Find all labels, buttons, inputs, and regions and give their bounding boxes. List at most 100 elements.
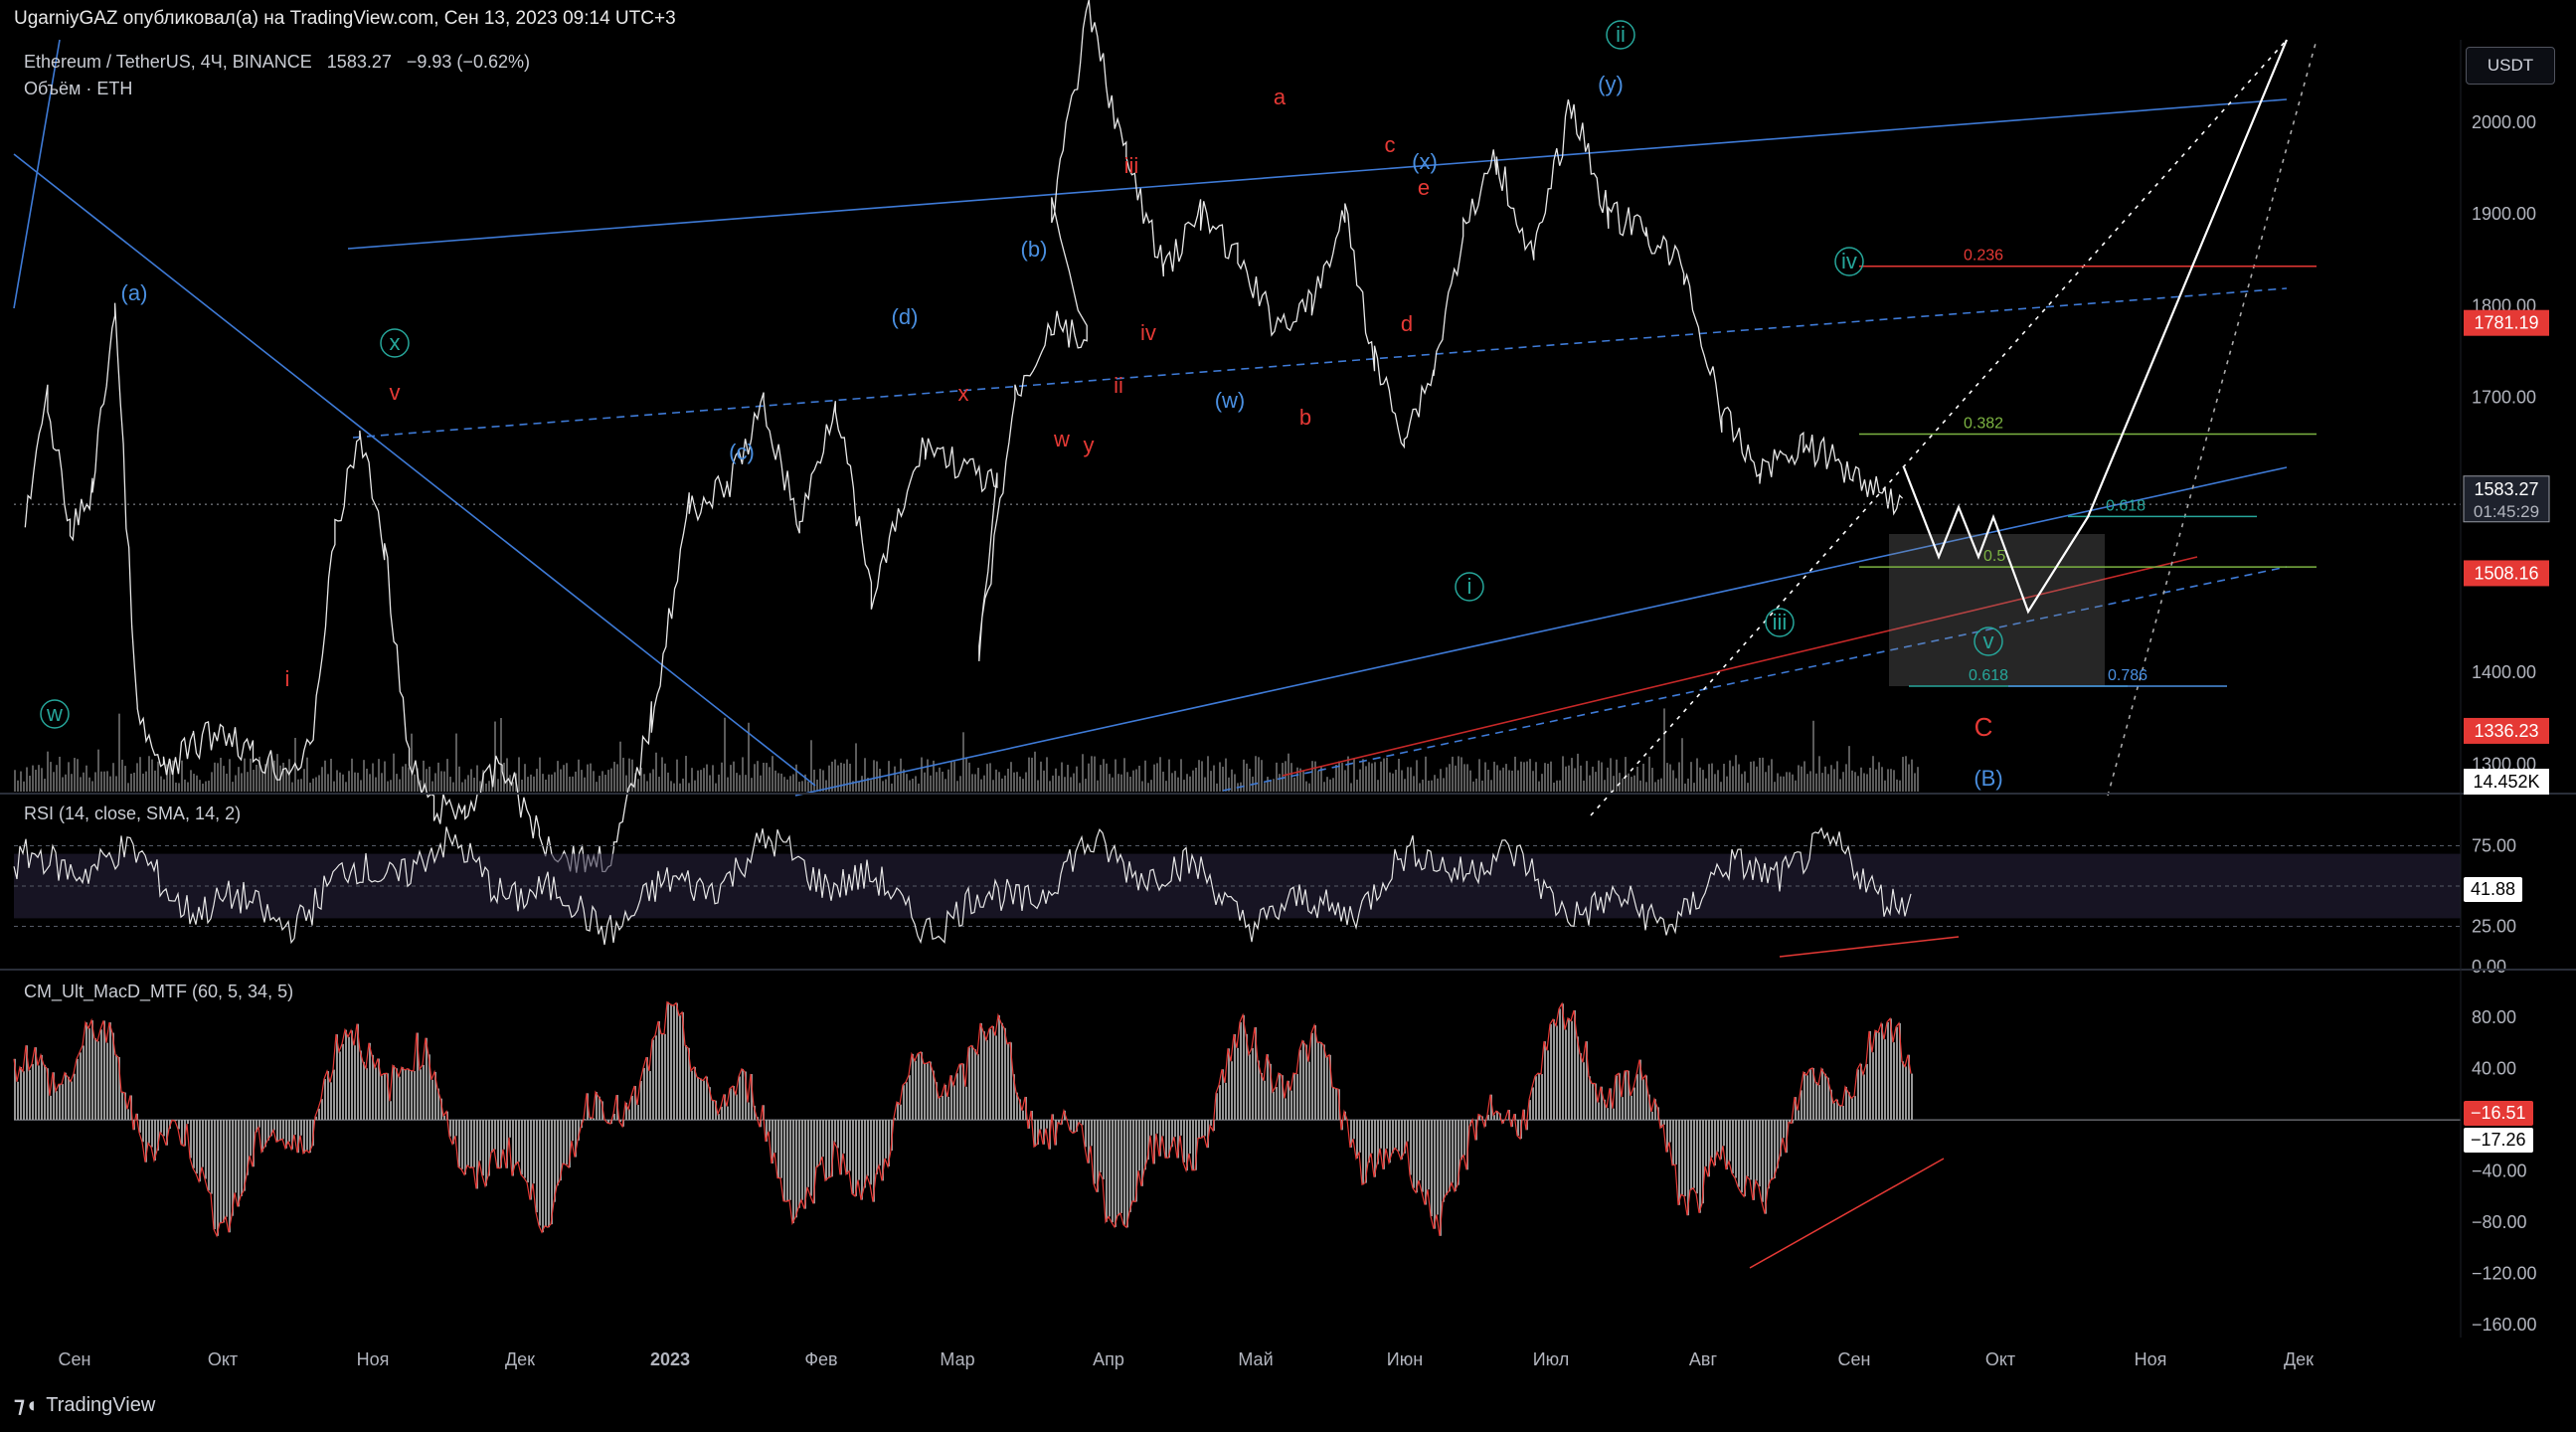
- price-tag-value: 14.452K: [2473, 772, 2539, 792]
- volume-legend[interactable]: Объём · ETH: [24, 79, 132, 99]
- volume-bar: [1234, 774, 1236, 792]
- tradingview-logo[interactable]: ⁊◖ TradingView: [14, 1392, 155, 1418]
- price-tag-countdown: 01:45:29: [2474, 502, 2539, 521]
- macd-histogram-bar: [65, 1072, 67, 1121]
- volume-bar: [1335, 764, 1337, 792]
- macd-histogram-bar: [1243, 1014, 1245, 1121]
- volume-bar: [1607, 767, 1609, 792]
- macd-histogram-bar: [1541, 1074, 1543, 1121]
- volume-bar: [1466, 764, 1468, 792]
- volume-bar: [1132, 770, 1134, 792]
- macd-histogram-bar: [527, 1120, 529, 1183]
- volume-bar: [1917, 767, 1919, 792]
- macd-histogram-bar: [1851, 1098, 1853, 1121]
- volume-bar: [1013, 772, 1015, 792]
- volume-bar: [443, 771, 445, 792]
- volume-bar: [1774, 782, 1776, 792]
- volume-bar: [536, 769, 538, 792]
- volume-bar: [774, 770, 776, 792]
- volume-bar: [1183, 780, 1185, 792]
- macd-histogram-bar: [1237, 1047, 1239, 1121]
- macd-histogram-bar: [50, 1095, 52, 1121]
- volume-bar: [1129, 777, 1131, 792]
- volume-bar: [1100, 765, 1102, 792]
- volume-bar: [485, 783, 487, 792]
- macd-histogram-bar: [1592, 1083, 1594, 1121]
- volume-bar: [885, 779, 887, 792]
- volume-bar: [399, 779, 401, 792]
- macd-histogram-bar: [780, 1120, 782, 1178]
- volume-bar: [497, 779, 499, 792]
- volume-bar: [581, 770, 583, 792]
- symbol-title[interactable]: Ethereum / TetherUS, 4Ч, BINANCE: [24, 52, 312, 72]
- volume-bar: [372, 763, 374, 792]
- macd-histogram-bar: [1818, 1084, 1820, 1121]
- volume-bar: [1082, 754, 1084, 792]
- volume-bar: [915, 776, 917, 792]
- volume-bar: [1368, 762, 1370, 792]
- volume-bar: [1818, 756, 1820, 792]
- currency-button[interactable]: USDT: [2466, 47, 2555, 85]
- volume-bar: [1699, 767, 1701, 792]
- macd-histogram-bar: [1106, 1120, 1108, 1222]
- volume-bar: [861, 776, 863, 792]
- volume-bar: [1410, 767, 1412, 792]
- volume-bar: [798, 782, 800, 792]
- macd-histogram-bar: [163, 1120, 165, 1137]
- volume-bar: [1723, 764, 1725, 792]
- macd-histogram-bar: [998, 1015, 1000, 1121]
- macd-histogram-bar: [181, 1120, 183, 1145]
- macd-legend[interactable]: CM_Ult_MacD_MTF (60, 5, 34, 5): [24, 982, 293, 1002]
- macd-histogram-bar: [1299, 1049, 1301, 1121]
- volume-bar: [533, 776, 535, 792]
- volume-bar: [1126, 772, 1128, 792]
- volume-bar: [1821, 773, 1823, 792]
- volume-bar: [473, 777, 475, 792]
- volume-bar: [1908, 764, 1910, 792]
- volume-bar: [1186, 774, 1188, 792]
- volume-bar: [1896, 779, 1898, 792]
- macd-histogram-bar: [1279, 1073, 1281, 1121]
- volume-bar: [1604, 780, 1606, 792]
- macd-histogram-bar: [924, 1063, 926, 1121]
- fib-level-label: 0.786: [2108, 667, 2147, 684]
- volume-bar: [142, 773, 144, 792]
- volume-bar: [1189, 776, 1191, 792]
- macd-histogram-bar: [989, 1028, 991, 1121]
- macd-histogram-bar: [1878, 1032, 1880, 1121]
- rsi-legend[interactable]: RSI (14, close, SMA, 14, 2): [24, 804, 241, 824]
- chart-window: { "header": {"publisher_line": "UgarniyG…: [0, 0, 2576, 1432]
- volume-bar: [1168, 759, 1170, 792]
- volume-bar: [238, 767, 240, 792]
- volume-bar: [1547, 763, 1549, 792]
- volume-bar: [1344, 770, 1346, 792]
- volume-bar: [888, 761, 890, 792]
- channel-line: [13, 153, 816, 787]
- volume-bar: [694, 780, 696, 792]
- macd-histogram-bar: [968, 1047, 970, 1121]
- volume-bar: [1783, 776, 1785, 792]
- macd-histogram-bar: [643, 1067, 645, 1121]
- macd-histogram-bar: [80, 1052, 82, 1121]
- volume-bar: [939, 767, 941, 792]
- macd-histogram-bar: [318, 1108, 320, 1121]
- volume-bar: [1362, 759, 1364, 792]
- macd-histogram-bar: [1669, 1120, 1671, 1143]
- macd-histogram-bar: [739, 1076, 741, 1121]
- macd-histogram-bar: [282, 1120, 284, 1140]
- volume-bar: [1273, 779, 1275, 792]
- macd-histogram-bar: [196, 1120, 198, 1174]
- volume-bar: [297, 779, 299, 792]
- macd-histogram-bar: [1004, 1027, 1006, 1121]
- volume-bar: [557, 761, 559, 792]
- volume-bar: [429, 766, 430, 792]
- volume-bar: [622, 757, 624, 792]
- macd-histogram-bar: [1416, 1120, 1418, 1193]
- volume-bar: [1869, 768, 1871, 792]
- macd-histogram-bar: [774, 1120, 776, 1154]
- macd-histogram-bar: [1428, 1120, 1430, 1190]
- volume-bar: [1249, 768, 1251, 792]
- chart-canvas[interactable]: 0.236 0.382 0.618 0.5 0.618 0.786 (a) (b) (c) (d)…: [0, 0, 2576, 1432]
- macd-gray-tag: −17.26: [2464, 1128, 2533, 1153]
- macd-histogram-bar: [1276, 1086, 1278, 1121]
